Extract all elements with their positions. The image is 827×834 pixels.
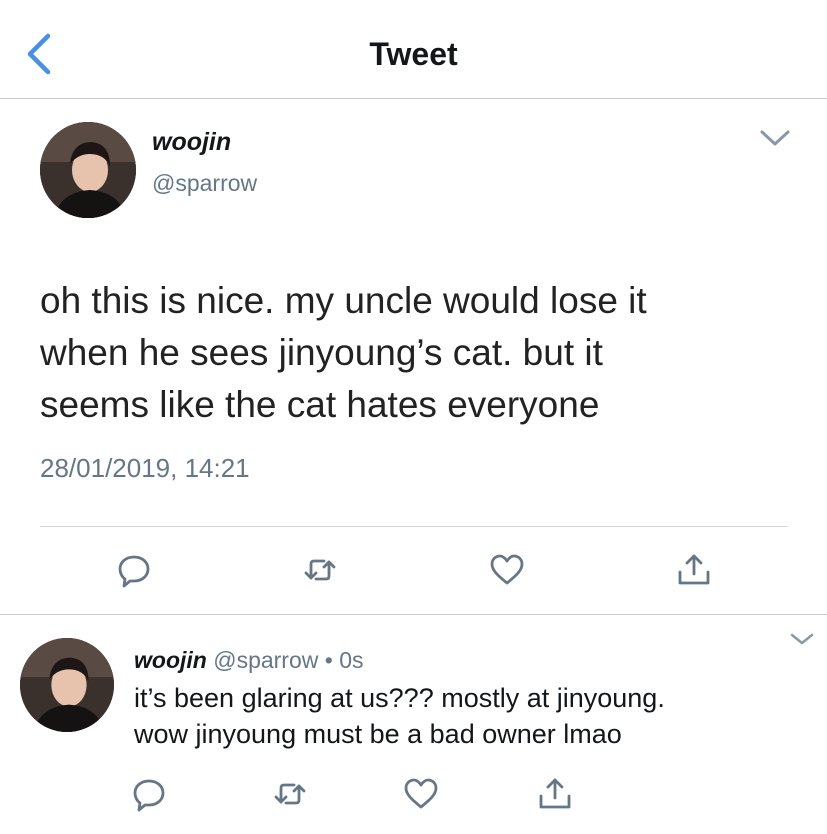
retweet-button[interactable] bbox=[272, 776, 308, 812]
tweet-text-line: wow jinyoung must be a bad owner lmao bbox=[134, 719, 622, 749]
like-icon bbox=[404, 778, 438, 809]
share-button[interactable] bbox=[537, 776, 573, 812]
reply-button[interactable] bbox=[116, 552, 152, 588]
tweet-text-line: oh this is nice. my uncle would lose it bbox=[40, 280, 647, 321]
tweet-text: oh this is nice. my uncle would lose it … bbox=[40, 275, 800, 431]
reply-header: woojin @sparrow • 0s bbox=[134, 647, 364, 674]
avatar[interactable] bbox=[40, 122, 136, 218]
tweet-time: 0s bbox=[339, 647, 364, 673]
share-icon bbox=[539, 778, 571, 809]
reply-button[interactable] bbox=[131, 776, 167, 812]
tweet-options-button[interactable] bbox=[789, 630, 815, 648]
tweet-timestamp: 28/01/2019, 14:21 bbox=[40, 453, 250, 483]
share-button[interactable] bbox=[676, 552, 712, 588]
avatar[interactable] bbox=[20, 638, 114, 732]
divider bbox=[0, 614, 827, 615]
meta-separator: • bbox=[318, 647, 340, 673]
display-name[interactable]: woojin bbox=[152, 128, 231, 157]
chevron-down-icon bbox=[790, 633, 814, 645]
tweet-text-line: it’s been glaring at us??? mostly at jin… bbox=[134, 683, 665, 713]
tweet-options-button[interactable] bbox=[758, 126, 792, 150]
retweet-icon bbox=[304, 559, 336, 581]
reply-icon bbox=[118, 555, 150, 588]
tweet-text-line: seems like the cat hates everyone bbox=[40, 384, 600, 425]
user-handle[interactable]: @sparrow bbox=[152, 170, 257, 197]
profile-photo bbox=[40, 122, 136, 218]
tweet-text-line: when he sees jinyoung’s cat. but it bbox=[40, 332, 603, 373]
user-handle[interactable]: @sparrow bbox=[213, 647, 318, 673]
retweet-icon bbox=[274, 783, 306, 805]
divider bbox=[40, 526, 788, 527]
like-icon bbox=[490, 554, 524, 585]
profile-photo bbox=[20, 638, 114, 732]
like-button[interactable] bbox=[489, 552, 525, 588]
like-button[interactable] bbox=[403, 776, 439, 812]
retweet-button[interactable] bbox=[302, 552, 338, 588]
page-title: Tweet bbox=[369, 36, 458, 72]
chevron-down-icon bbox=[760, 130, 790, 146]
display-name[interactable]: woojin bbox=[134, 647, 207, 673]
reply-icon bbox=[133, 779, 165, 812]
tweet-text: it’s been glaring at us??? mostly at jin… bbox=[134, 680, 814, 752]
share-icon bbox=[678, 554, 710, 585]
